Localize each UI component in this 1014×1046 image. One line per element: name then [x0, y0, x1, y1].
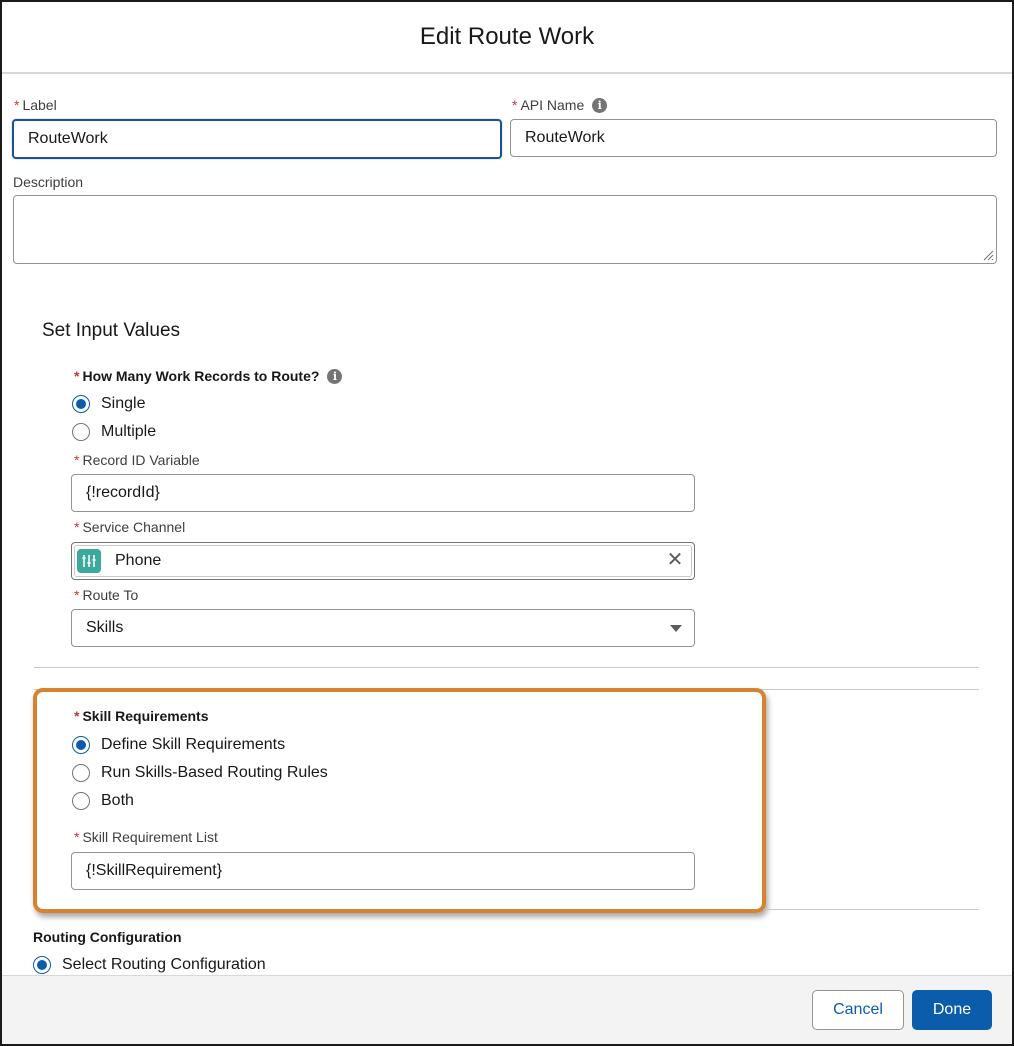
radio-multiple[interactable]: Multiple: [72, 423, 156, 441]
route-to-value: Skills: [86, 619, 124, 636]
service-channel-value: Phone: [115, 552, 162, 569]
route-to-label-text: Route To: [82, 587, 139, 603]
section-title: Set Input Values: [42, 320, 181, 341]
record-id-label-text: Record ID Variable: [82, 452, 200, 468]
record-id-value: {!recordId}: [86, 484, 160, 501]
divider: [766, 909, 979, 910]
api-name-input[interactable]: RouteWork: [510, 119, 997, 157]
required-marker: *: [74, 368, 80, 384]
route-to-label: * Route To: [74, 587, 138, 603]
api-name-field-label: * API Name i: [512, 97, 608, 114]
modal-header: Edit Route Work: [2, 2, 1012, 74]
routing-configuration-label-text: Routing Configuration: [33, 929, 182, 945]
description-textarea[interactable]: [13, 195, 997, 264]
routing-configuration-label: Routing Configuration: [33, 929, 182, 945]
edit-route-work-modal: Edit Route Work * Label RouteWork * API Na…: [0, 0, 1014, 1046]
service-channel-label-text: Service Channel: [82, 519, 186, 535]
divider: [34, 667, 979, 668]
route-to-select[interactable]: Skills: [71, 609, 695, 647]
info-icon[interactable]: i: [592, 97, 608, 113]
service-channel-label: * Service Channel: [74, 519, 185, 535]
highlight-annotation-box: [33, 688, 766, 913]
radio-select-routing-configuration[interactable]: Select Routing Configuration: [33, 956, 266, 974]
done-button[interactable]: Done: [912, 990, 992, 1030]
radio-label: Single: [101, 395, 146, 412]
radio-button-checked[interactable]: [33, 956, 51, 974]
radio-label: Select Routing Configuration: [62, 956, 266, 973]
radio-button[interactable]: [72, 423, 90, 441]
resize-grip-icon[interactable]: [982, 249, 994, 261]
required-marker: *: [512, 97, 518, 113]
label-input[interactable]: RouteWork: [12, 119, 502, 159]
service-channel-pill: [74, 545, 692, 577]
api-name-label-text: API Name: [520, 97, 585, 113]
api-name-input-value: RouteWork: [525, 129, 605, 146]
chevron-down-icon: [670, 625, 682, 632]
required-marker: *: [74, 519, 80, 535]
how-many-label-text: How Many Work Records to Route?: [82, 368, 320, 384]
required-marker: *: [74, 452, 80, 468]
service-channel-icon: [77, 549, 101, 573]
label-field-label-text: Label: [22, 97, 57, 113]
info-icon[interactable]: i: [327, 368, 343, 384]
record-id-label: * Record ID Variable: [74, 452, 200, 468]
label-input-value: RouteWork: [28, 130, 108, 147]
record-id-input[interactable]: {!recordId}: [71, 474, 695, 512]
modal-title: Edit Route Work: [419, 23, 595, 50]
how-many-label: * How Many Work Records to Route? i: [74, 368, 343, 385]
service-channel-lookup[interactable]: Phone ✕: [71, 542, 695, 580]
label-field-label: * Label: [14, 97, 57, 113]
close-icon[interactable]: ✕: [666, 550, 684, 570]
radio-label: Multiple: [101, 423, 157, 440]
radio-button-checked[interactable]: [72, 395, 90, 413]
cancel-button[interactable]: Cancel: [812, 990, 904, 1030]
modal-footer: Cancel Done: [2, 975, 1012, 1044]
required-marker: *: [14, 97, 20, 113]
description-label-text: Description: [13, 174, 84, 190]
required-marker: *: [74, 587, 80, 603]
radio-single[interactable]: Single: [72, 395, 145, 413]
description-field-label: Description: [13, 174, 83, 190]
